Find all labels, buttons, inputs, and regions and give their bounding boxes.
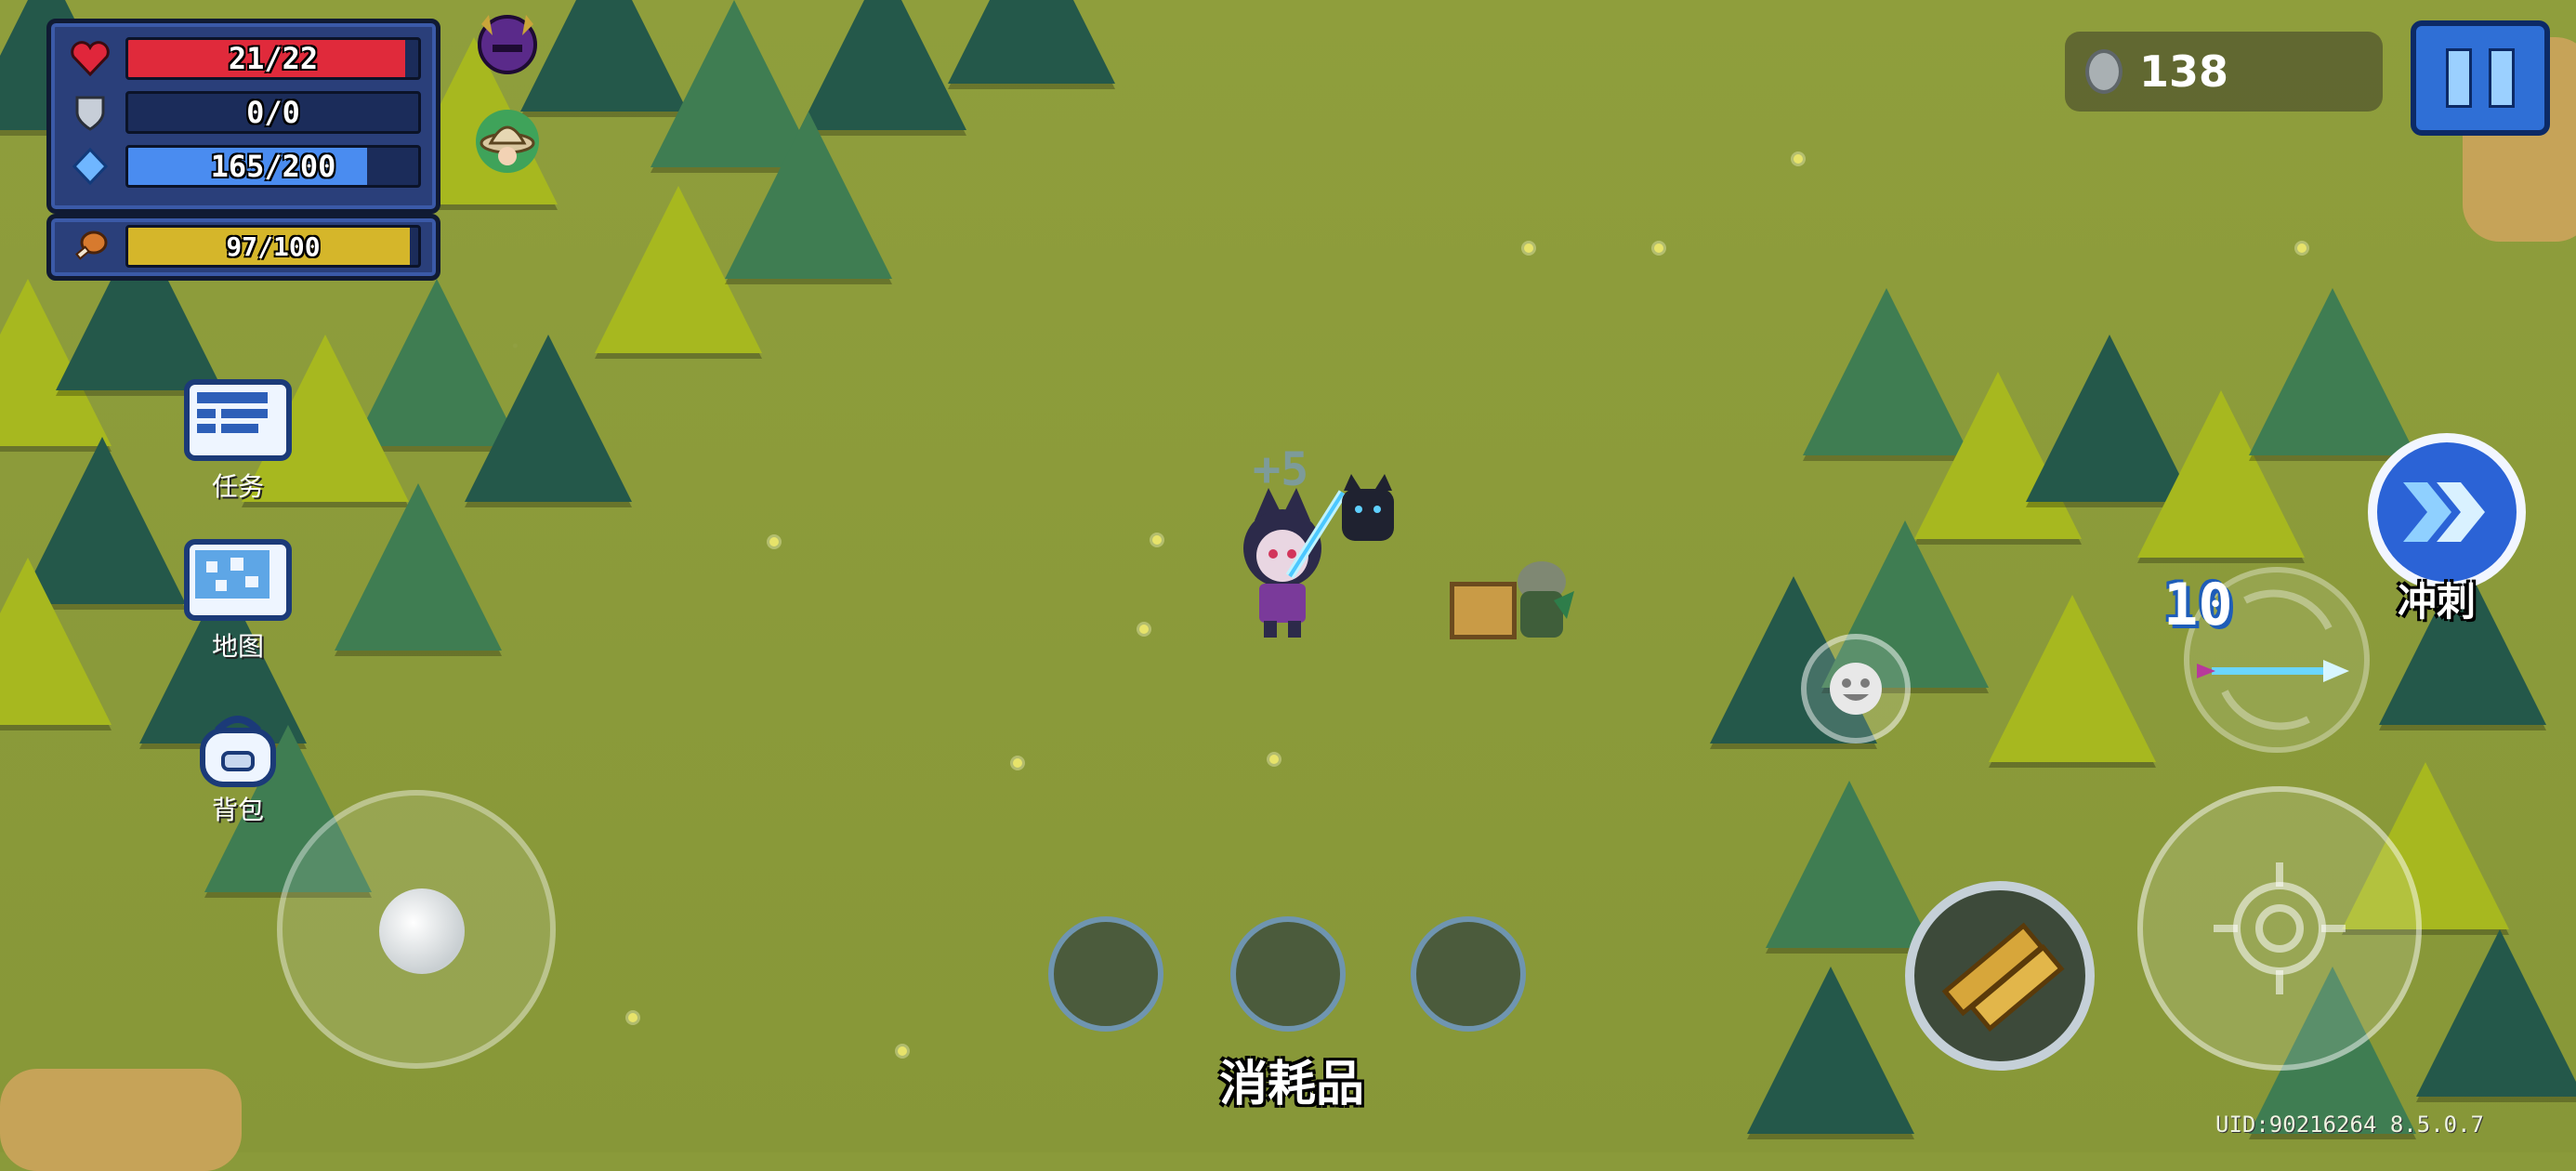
health-text: 21/22: [228, 41, 319, 76]
attack-button[interactable]: [2137, 786, 2422, 1071]
demon-helmet-icon[interactable]: [472, 7, 543, 78]
uid-version-text: UID:90216264 8.5.0.7: [2215, 1112, 2484, 1138]
energy-row: 165/200: [68, 145, 421, 188]
map-label: 地图: [211, 631, 264, 662]
dash-chevrons-icon: [2403, 482, 2485, 542]
health-bar: 21/22: [125, 37, 421, 80]
currency-display: 138: [2065, 32, 2383, 112]
backpack-button[interactable]: 背包: [182, 714, 294, 827]
magic-staff-icon: [2197, 660, 2349, 682]
treasure-chest[interactable]: [1450, 582, 1517, 639]
map-icon: [184, 539, 292, 621]
pine-tree: [1989, 595, 2156, 762]
flower: [1524, 243, 1533, 253]
flower: [2297, 243, 2307, 253]
movement-joystick[interactable]: [277, 790, 556, 1069]
flower: [1654, 243, 1663, 253]
weapon-energy-cost: 10: [2163, 571, 2233, 638]
pine-tree: [1766, 781, 1933, 948]
energy-bar: 165/200: [125, 145, 421, 188]
secondary-weapon-button[interactable]: [1905, 881, 2095, 1071]
flower: [628, 1013, 637, 1022]
drumstick-icon: [68, 228, 112, 265]
health-row: 21/22: [68, 37, 421, 80]
flower: [1794, 154, 1803, 164]
backpack-label: 背包: [211, 795, 264, 825]
backpack-icon: [190, 714, 286, 787]
energy-crystal-icon: [68, 148, 112, 185]
flower: [1013, 758, 1022, 768]
consumables-label: 消耗品: [1218, 1057, 1364, 1112]
consumable-slot-1[interactable]: [1048, 916, 1163, 1032]
tasks-label: 任务: [211, 471, 264, 502]
pine-tree: [799, 0, 966, 130]
hunger-bar: 97/100: [125, 225, 421, 268]
golden-pistols-icon: [1941, 922, 2065, 1033]
pine-tree: [0, 558, 112, 725]
armor-row: 0/0: [68, 91, 421, 134]
armor-bar: 0/0: [125, 91, 421, 134]
explorer-hat-icon[interactable]: [472, 106, 543, 177]
flower: [769, 537, 779, 546]
player-character: [1243, 488, 1347, 638]
smiley-icon: [1830, 663, 1882, 715]
joystick-knob[interactable]: [379, 888, 465, 974]
dash-skill-button[interactable]: [2368, 433, 2526, 591]
crosshair-icon: [2214, 862, 2346, 994]
pine-tree: [1747, 967, 1914, 1134]
coin-count: 138: [2139, 46, 2229, 97]
pine-tree: [2416, 929, 2576, 1097]
heart-icon: [68, 40, 112, 77]
pause-button[interactable]: [2411, 20, 2550, 136]
shield-icon: [68, 94, 112, 131]
flower: [898, 1046, 907, 1056]
tasks-button[interactable]: 任务: [182, 379, 294, 504]
coin-icon: [2085, 49, 2123, 94]
pine-tree: [465, 335, 632, 502]
npc-hooded-merchant[interactable]: [1509, 554, 1574, 643]
pause-icon-bar: [2489, 48, 2515, 108]
pine-tree: [335, 483, 502, 651]
pine-tree: [948, 0, 1115, 84]
pine-tree: [2249, 288, 2416, 455]
map-button[interactable]: 地图: [182, 539, 294, 664]
pine-tree: [725, 112, 892, 279]
pause-icon: [2446, 48, 2472, 108]
flower: [1269, 755, 1279, 764]
emote-button[interactable]: [1801, 634, 1911, 743]
consumable-slot-3[interactable]: [1411, 916, 1526, 1032]
armor-text: 0/0: [246, 95, 300, 130]
flower: [1139, 625, 1149, 634]
dash-skill-label: 冲刺: [2398, 579, 2477, 625]
hunger-panel: 97/100: [46, 214, 440, 281]
hunger-text: 97/100: [226, 230, 321, 262]
energy-text: 165/200: [210, 149, 336, 184]
consumable-slot-2[interactable]: [1230, 916, 1346, 1032]
task-list-icon: [184, 379, 292, 461]
flower: [1152, 535, 1162, 545]
hunger-row: 97/100: [68, 225, 421, 268]
player-stats-panel: 21/22 0/0 165/200: [46, 19, 440, 214]
sand-patch: [0, 1069, 242, 1171]
pet-black-cat: [1342, 474, 1394, 541]
